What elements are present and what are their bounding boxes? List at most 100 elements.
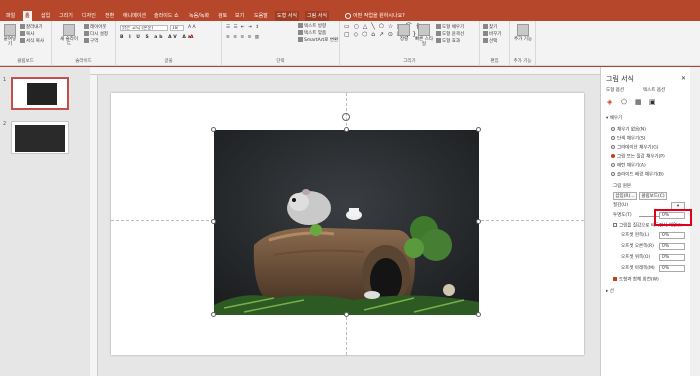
resize-handle[interactable] [211, 219, 216, 224]
quick-styles-button[interactable]: 빠른 스타일 [414, 24, 434, 47]
vertical-ruler [90, 75, 98, 376]
picture-icon[interactable]: ▣ [649, 99, 656, 106]
fill-option-solid[interactable]: 단색 채우기(S) [611, 136, 646, 143]
clipboard-button[interactable]: 클립보드(C) [639, 192, 667, 200]
align-text-button[interactable]: 텍스트 맞춤 [298, 30, 326, 37]
section-button[interactable]: 구역 [84, 38, 98, 45]
cut-button[interactable]: 잘라내기 [20, 24, 43, 31]
hamster-picture[interactable] [214, 130, 479, 315]
slide-thumbnail-2[interactable] [11, 121, 69, 154]
find-button[interactable]: 찾기 [483, 24, 497, 31]
tab-insert[interactable]: 삽입 [39, 11, 52, 21]
grow-font-button[interactable]: A A [188, 25, 196, 31]
resize-handle[interactable] [476, 312, 481, 317]
tab-view[interactable]: 보기 [233, 11, 246, 21]
group-label: 그리기 [403, 59, 416, 64]
thumbnail-picture [15, 125, 65, 152]
line-section-header[interactable]: ▸ 선 [606, 289, 614, 295]
fill-option-background[interactable]: 슬라이드 배경 채우기(B) [611, 172, 664, 179]
resize-handle[interactable] [476, 127, 481, 132]
slide-thumbnail-pane: 1 2 [0, 67, 90, 376]
offset-top-input[interactable]: 0% [659, 254, 685, 261]
font-style-buttons[interactable]: B I U S ab AV Aa [120, 35, 193, 41]
tab-home[interactable]: 홈 [23, 11, 32, 21]
reset-button[interactable]: 다시 설정 [84, 31, 108, 38]
tab-shape-format[interactable]: 도형 서식 [275, 11, 299, 21]
group-label: 단락 [276, 59, 285, 64]
slide-thumbnail-1[interactable] [11, 77, 69, 110]
window-controls [654, 1, 694, 9]
pane-title: 그림 서식 [606, 75, 634, 83]
fill-option-picture[interactable]: 그림 또는 질감 채우기(P) [611, 154, 665, 161]
offset-right-input[interactable]: 0% [659, 243, 685, 250]
list-buttons[interactable]: ☰ ☰ ⇤ ⇥ ↕ [226, 25, 260, 31]
shape-fill-button[interactable]: 도형 채우기 [436, 24, 464, 31]
tab-draw[interactable]: 그리기 [57, 11, 75, 21]
text-direction-button[interactable]: 텍스트 방향 [298, 23, 326, 30]
paste-icon [4, 24, 16, 36]
tab-text-options[interactable]: 텍스트 옵션 [643, 88, 665, 94]
clipboard-group: 붙여넣기 잘라내기 복사 서식 복사 클립보드 [0, 21, 52, 66]
paste-button[interactable]: 붙여넣기 [2, 24, 18, 47]
shape-outline-button[interactable]: 도형 윤곽선 [436, 31, 464, 38]
arrange-button[interactable]: 정렬 [396, 24, 412, 42]
font-size-combo[interactable]: 18 [170, 25, 184, 31]
smartart-button[interactable]: SmartArt로 변환 [298, 37, 338, 44]
close-icon[interactable]: ✕ [681, 76, 686, 82]
copy-button[interactable]: 복사 [20, 31, 34, 38]
tab-record[interactable]: 녹음/녹화 [187, 11, 211, 21]
effects-icon[interactable]: ⬠ [621, 99, 627, 106]
select-button[interactable]: 선택 [483, 38, 497, 45]
format-painter-button[interactable]: 서식 복사 [20, 38, 44, 45]
offset-bottom-input[interactable]: 0% [659, 265, 685, 272]
fill-section-header[interactable]: ▾ 채우기 [606, 116, 622, 122]
insert-picture-button[interactable]: 삽입(R)... [613, 192, 637, 200]
offset-left-input[interactable]: 0% [659, 232, 685, 239]
layout-button[interactable]: 레이아웃 [84, 24, 107, 31]
align-buttons[interactable]: ≡ ≡ ≡ ≡ ▥ [226, 35, 260, 41]
hamster-photo-illustration [214, 130, 479, 315]
resize-handle[interactable] [211, 312, 216, 317]
cursor-icon [483, 38, 488, 43]
transparency-label: 투명도(T) [613, 213, 632, 218]
resize-handle[interactable] [344, 127, 349, 132]
fill-option-gradient[interactable]: 그라데이션 채우기(G) [611, 145, 659, 152]
tab-help[interactable]: 도움말 [252, 11, 270, 21]
tab-slideshow[interactable]: 슬라이드 쇼 [152, 11, 181, 21]
shape-effects-button[interactable]: 도형 효과 [436, 38, 460, 45]
size-properties-icon[interactable]: ▦ [635, 99, 642, 106]
fill-line-icon[interactable]: ◈ [607, 99, 612, 106]
fill-option-pattern[interactable]: 패턴 채우기(A) [611, 163, 646, 170]
quick-styles-icon [418, 24, 430, 36]
ribbon-tab-bar: 파일 홈 삽입 그리기 디자인 전환 애니메이션 슬라이드 쇼 녹음/녹화 검토… [0, 0, 700, 21]
tab-transitions[interactable]: 전환 [103, 11, 116, 21]
replace-button[interactable]: 바꾸기 [483, 31, 501, 38]
fill-option-none[interactable]: 채우기 없음(N) [611, 127, 646, 134]
font-color-button[interactable]: A [190, 35, 193, 41]
tab-picture-format[interactable]: 그림 서식 [305, 11, 329, 21]
texture-label: 질감(U) [613, 203, 629, 208]
tab-design[interactable]: 디자인 [80, 11, 98, 21]
tab-file[interactable]: 파일 [4, 11, 17, 21]
tab-shape-options[interactable]: 도형 옵션 [606, 88, 624, 94]
lightbulb-icon [345, 12, 351, 19]
picture-source-label: 그림 원본 [613, 184, 631, 189]
resize-handle[interactable] [344, 312, 349, 317]
rotate-handle-icon[interactable] [342, 113, 350, 121]
addins-button[interactable]: 추가 기능 [514, 24, 532, 42]
resize-handle[interactable] [211, 127, 216, 132]
tell-me-search[interactable]: 어떤 작업을 원하시나요? [345, 11, 405, 21]
arrange-icon [398, 24, 410, 36]
tab-review[interactable]: 검토 [216, 11, 229, 21]
section-icon [84, 38, 89, 43]
new-slide-button[interactable]: 새 슬라이드 [58, 24, 80, 47]
resize-handle[interactable] [476, 219, 481, 224]
slides-group: 새 슬라이드 레이아웃 다시 설정 구역 슬라이드 [52, 21, 116, 66]
offset-top-label: 오프셋 위쪽(O) [621, 255, 651, 260]
font-name-combo[interactable]: 맑은 고딕 (본문) [120, 25, 168, 31]
editing-group: 찾기 바꾸기 선택 편집 [480, 21, 510, 66]
reset-icon [84, 31, 89, 36]
new-slide-icon [63, 24, 75, 36]
rotate-with-shape-checkbox[interactable]: 도형과 함께 회전(W) [613, 277, 659, 284]
tab-animations[interactable]: 애니메이션 [121, 11, 148, 21]
